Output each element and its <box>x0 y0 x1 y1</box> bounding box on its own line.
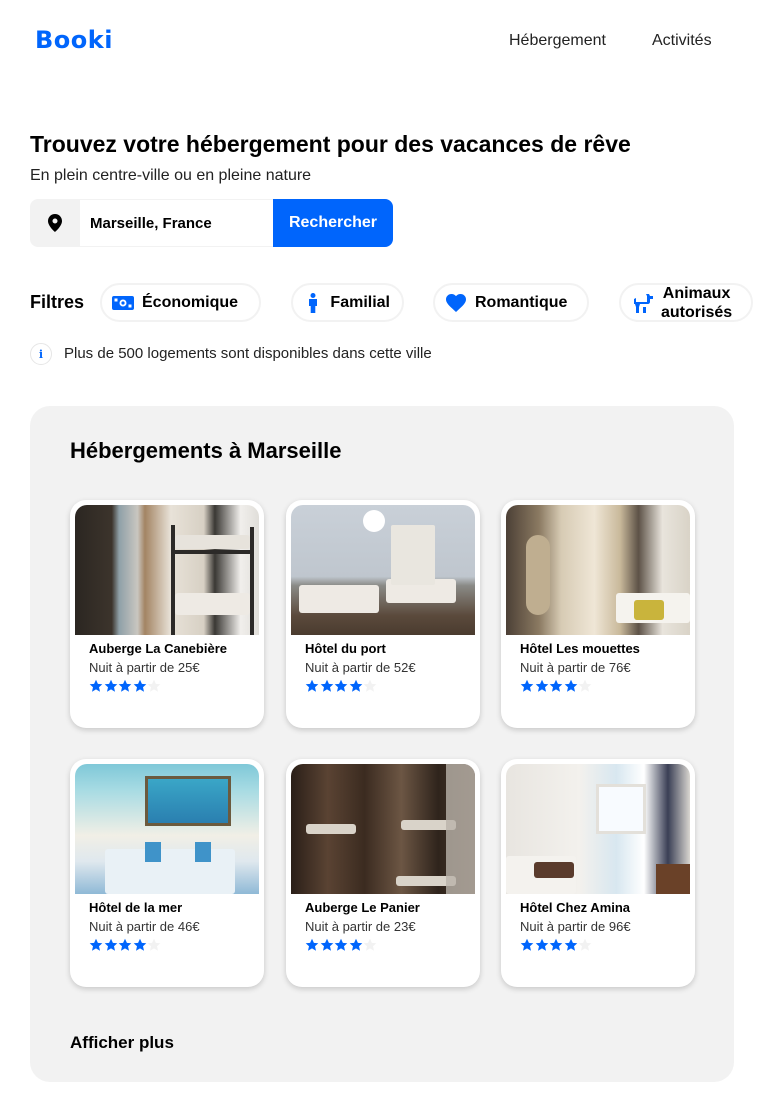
location-pin-icon <box>30 199 80 247</box>
filter-chip-label-wrap: Animaux autorisés <box>661 284 732 322</box>
star-filled-icon <box>305 938 319 951</box>
star-empty-icon <box>578 938 592 951</box>
star-filled-icon <box>89 938 103 951</box>
star-filled-icon <box>104 938 117 951</box>
listing-card[interactable]: Hôtel Les mouettes Nuit à partir de 76€ <box>501 500 695 728</box>
filter-chip-animaux[interactable]: Animaux autorisés <box>619 283 753 322</box>
star-filled-icon <box>549 938 563 951</box>
filter-chip-familial[interactable]: Familial <box>291 283 404 322</box>
heart-icon <box>445 292 467 314</box>
filter-chip-label: Romantique <box>475 293 568 311</box>
rating-stars <box>89 679 259 695</box>
star-filled-icon <box>564 679 577 692</box>
listings-panel: Hébergements à Marseille Auberge La Cane… <box>30 406 734 1082</box>
listing-price: Nuit à partir de 25€ <box>89 660 200 675</box>
listing-card[interactable]: Hôtel du port Nuit à partir de 52€ <box>286 500 480 728</box>
money-icon <box>112 292 134 314</box>
info-icon: i <box>30 343 52 365</box>
filters-label: Filtres <box>30 292 85 312</box>
filter-chip-economique[interactable]: Économique <box>100 283 261 322</box>
star-empty-icon <box>363 938 377 951</box>
dog-icon <box>631 292 653 314</box>
listing-name: Hôtel Les mouettes <box>520 641 640 656</box>
listing-photo <box>506 764 690 894</box>
star-filled-icon <box>104 679 117 692</box>
listing-name: Auberge La Canebière <box>89 641 227 656</box>
search-input[interactable] <box>80 199 304 247</box>
star-filled-icon <box>520 938 534 951</box>
star-filled-icon <box>334 679 348 692</box>
star-filled-icon <box>535 938 548 951</box>
page-subtitle: En plein centre-ville ou en pleine natur… <box>30 167 312 184</box>
listing-card[interactable]: Hôtel de la mer Nuit à partir de 46€ <box>70 759 264 987</box>
search-button[interactable]: Rechercher <box>273 199 393 247</box>
star-filled-icon <box>320 679 333 692</box>
listing-photo <box>75 505 259 635</box>
rating-stars <box>305 679 475 695</box>
star-empty-icon <box>578 679 592 692</box>
star-empty-icon <box>147 679 161 692</box>
person-icon <box>303 292 322 314</box>
listing-photo <box>291 764 475 894</box>
listing-price: Nuit à partir de 96€ <box>520 919 631 934</box>
search-bar: Rechercher <box>30 199 393 247</box>
star-filled-icon <box>520 679 534 692</box>
listing-name: Hôtel de la mer <box>89 900 183 915</box>
info-notice: i Plus de 500 logements sont disponibles… <box>30 343 432 365</box>
rating-stars <box>520 679 690 695</box>
star-filled-icon <box>349 679 362 692</box>
listing-name: Hôtel du port <box>305 641 386 656</box>
listing-name: Auberge Le Panier <box>305 900 420 915</box>
filter-chip-romantique[interactable]: Romantique <box>433 283 589 322</box>
listing-name: Hôtel Chez Amina <box>520 900 631 915</box>
star-filled-icon <box>320 938 333 951</box>
listing-price: Nuit à partir de 76€ <box>520 660 631 675</box>
logo[interactable]: Booki <box>35 26 113 54</box>
rating-stars <box>89 938 259 954</box>
star-filled-icon <box>535 679 548 692</box>
listing-photo <box>506 505 690 635</box>
page-title: Trouvez votre hébergement pour des vacan… <box>30 131 631 157</box>
listing-price: Nuit à partir de 46€ <box>89 919 200 934</box>
listing-photo <box>75 764 259 894</box>
star-filled-icon <box>349 938 362 951</box>
star-filled-icon <box>133 679 146 692</box>
listing-price: Nuit à partir de 23€ <box>305 919 416 934</box>
site-header: Booki Hébergement Activités <box>0 0 768 80</box>
star-empty-icon <box>363 679 377 692</box>
star-filled-icon <box>305 679 319 692</box>
star-empty-icon <box>147 938 161 951</box>
filter-chip-label: Familial <box>330 293 390 311</box>
filter-chip-label: Économique <box>142 293 239 311</box>
listing-price: Nuit à partir de 52€ <box>305 660 416 675</box>
star-filled-icon <box>118 938 132 951</box>
star-filled-icon <box>334 938 348 951</box>
nav-link-activites[interactable]: Activités <box>652 31 712 51</box>
star-filled-icon <box>549 679 563 692</box>
listing-card[interactable]: Auberge La Canebière Nuit à partir de 25… <box>70 500 264 728</box>
filter-chip-label: autorisés <box>661 303 733 321</box>
listings-title: Hébergements à Marseille <box>70 438 342 463</box>
star-filled-icon <box>89 679 103 692</box>
star-filled-icon <box>564 938 577 951</box>
rating-stars <box>520 938 690 954</box>
filter-chip-label: Animaux <box>662 284 731 302</box>
listing-card[interactable]: Hôtel Chez Amina Nuit à partir de 96€ <box>501 759 695 987</box>
rating-stars <box>305 938 475 954</box>
show-more-link[interactable]: Afficher plus <box>70 1032 174 1054</box>
star-filled-icon <box>118 679 132 692</box>
nav-link-hebergement[interactable]: Hébergement <box>509 31 606 51</box>
star-filled-icon <box>133 938 146 951</box>
listing-photo <box>291 505 475 635</box>
info-text: Plus de 500 logements sont disponibles d… <box>64 345 432 362</box>
listing-card[interactable]: Auberge Le Panier Nuit à partir de 23€ <box>286 759 480 987</box>
